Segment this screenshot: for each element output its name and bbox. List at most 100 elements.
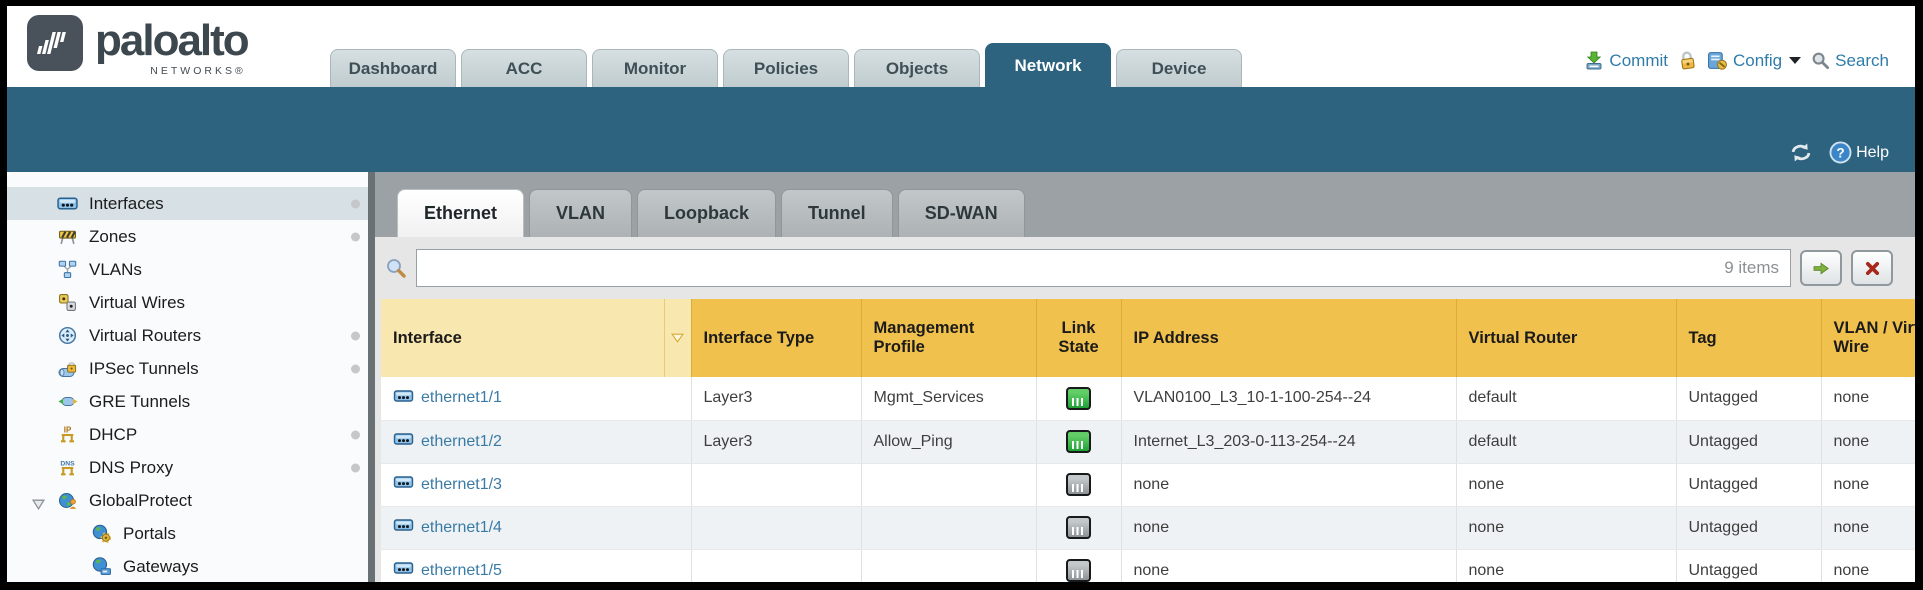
filter-input-wrap: 9 items [416,249,1791,287]
tab-objects[interactable]: Objects [854,49,980,87]
cell-vlan: none [1821,463,1915,506]
tab-acc[interactable]: ACC [461,49,587,87]
sidebar-item-globalprotect[interactable]: GlobalProtect [7,484,368,517]
expand-dot [351,331,360,340]
expand-dot [351,430,360,439]
apply-filter-button[interactable] [1800,250,1842,286]
interface-link[interactable]: ethernet1/3 [421,476,502,494]
interface-link[interactable]: ethernet1/1 [421,389,502,407]
header-utilities: Commit Config [1584,50,1889,71]
ethernet-interface-icon [393,475,414,494]
svg-text:DNS: DNS [60,460,75,467]
sidebar-item-label: DNS Proxy [89,458,173,478]
column-menu-button[interactable] [664,299,691,377]
sidebar-item-virtual-wires[interactable]: Virtual Wires [7,286,368,319]
table-header-row: Interface Interface Type Management Prof… [381,299,1915,377]
main-panel: Ethernet VLAN Loopback Tunnel SD-WAN 9 i… [375,172,1915,582]
column-header-tag[interactable]: Tag [1676,299,1821,377]
link-state-down-icon [1066,516,1091,539]
sidebar-item-virtual-routers[interactable]: Virtual Routers [7,319,368,352]
config-caret-icon [1789,57,1801,64]
interface-link[interactable]: ethernet1/5 [421,562,502,580]
sidebar-item-vlans[interactable]: VLANs [7,253,368,286]
sidebar-item-label: DHCP [89,425,137,445]
subtab-loopback[interactable]: Loopback [637,189,776,237]
tab-network[interactable]: Network [985,43,1111,87]
interfaces-table-wrap: Interface Interface Type Management Prof… [381,299,1915,582]
sidebar-item-dhcp[interactable]: IP DHCP [7,418,368,451]
cell-ip-address: none [1121,506,1456,549]
collapse-caret-icon[interactable] [32,495,45,515]
refresh-button[interactable] [1789,143,1813,162]
cell-tag: Untagged [1676,506,1821,549]
interface-link[interactable]: ethernet1/4 [421,519,502,537]
config-menu-button[interactable]: Config [1707,50,1801,71]
waveform-icon [35,26,75,60]
subtab-tunnel[interactable]: Tunnel [781,189,893,237]
column-header-ip-address[interactable]: IP Address [1121,299,1456,377]
cell-management-profile: Allow_Ping [861,420,1036,463]
commit-button[interactable]: Commit [1584,51,1668,71]
sidebar-item-zones[interactable]: Zones [7,220,368,253]
green-arrow-icon [1812,261,1830,276]
tab-device[interactable]: Device [1116,49,1242,87]
sidebar-item-label: GRE Tunnels [89,392,190,412]
sidebar-item-label: Portals [123,524,176,544]
config-icon [1707,50,1728,71]
column-header-interface[interactable]: Interface [381,299,691,377]
column-header-interface-type[interactable]: Interface Type [691,299,861,377]
sidebar-item-gateways[interactable]: Gateways [7,550,368,582]
ethernet-interface-icon [393,432,414,451]
table-row: ethernet1/3 none none Untagged none [381,463,1915,506]
sidebar-item-label: Virtual Routers [89,326,201,346]
subtab-ethernet[interactable]: Ethernet [397,189,524,237]
sidebar-item-label: VLANs [89,260,142,280]
table-row: ethernet1/1 Layer3 Mgmt_Services VLAN010… [381,377,1915,420]
search-button[interactable]: Search [1811,51,1889,71]
column-header-vlan-virtual-wire[interactable]: VLAN / Virtual Wire [1821,299,1915,377]
cell-vlan: none [1821,549,1915,582]
column-header-virtual-router[interactable]: Virtual Router [1456,299,1676,377]
sidebar-item-label: IPSec Tunnels [89,359,199,379]
sidebar-splitter[interactable] [368,172,375,582]
sidebar-item-gre-tunnels[interactable]: GRE Tunnels [7,385,368,418]
virtual-routers-icon [57,325,78,346]
expand-dot [351,364,360,373]
commit-icon [1584,51,1604,71]
cell-tag: Untagged [1676,549,1821,582]
dns-proxy-icon: DNS [57,457,78,478]
sidebar-item-interfaces[interactable]: Interfaces [7,187,368,220]
expand-dot [351,463,360,472]
ethernet-interface-icon [393,389,414,408]
lock-button[interactable] [1678,50,1697,71]
tab-monitor[interactable]: Monitor [592,49,718,87]
link-state-down-icon [1066,473,1091,496]
items-count: 9 items [1724,258,1779,278]
clear-filter-button[interactable] [1851,250,1893,286]
subtab-vlan[interactable]: VLAN [529,189,632,237]
top-header-bar: paloalto NETWORKS® Dashboard ACC Monitor… [7,6,1915,87]
column-header-link-state[interactable]: Link State [1036,299,1121,377]
column-header-management-profile[interactable]: Management Profile [861,299,1036,377]
cell-interface-type: Layer3 [691,420,861,463]
cell-management-profile [861,506,1036,549]
svg-text:?: ? [1836,145,1844,160]
sidebar-item-ipsec-tunnels[interactable]: IPSec Tunnels [7,352,368,385]
interfaces-icon [57,193,78,214]
application-window: paloalto NETWORKS® Dashboard ACC Monitor… [0,0,1923,590]
sidebar-item-dns-proxy[interactable]: DNS DNS Proxy [7,451,368,484]
cell-virtual-router: default [1456,377,1676,420]
svg-text:IP: IP [64,425,71,434]
tab-policies[interactable]: Policies [723,49,849,87]
cell-ip-address: none [1121,549,1456,582]
logo-wordmark: paloalto [95,15,248,67]
filter-input[interactable] [416,249,1791,287]
help-button[interactable]: ? Help [1829,141,1889,164]
cell-vlan: none [1821,506,1915,549]
sidebar-item-portals[interactable]: Portals [7,517,368,550]
interfaces-table: Interface Interface Type Management Prof… [381,299,1915,582]
subtab-sdwan[interactable]: SD-WAN [898,189,1025,237]
cell-virtual-router: default [1456,420,1676,463]
tab-dashboard[interactable]: Dashboard [330,49,456,87]
interface-link[interactable]: ethernet1/2 [421,433,502,451]
